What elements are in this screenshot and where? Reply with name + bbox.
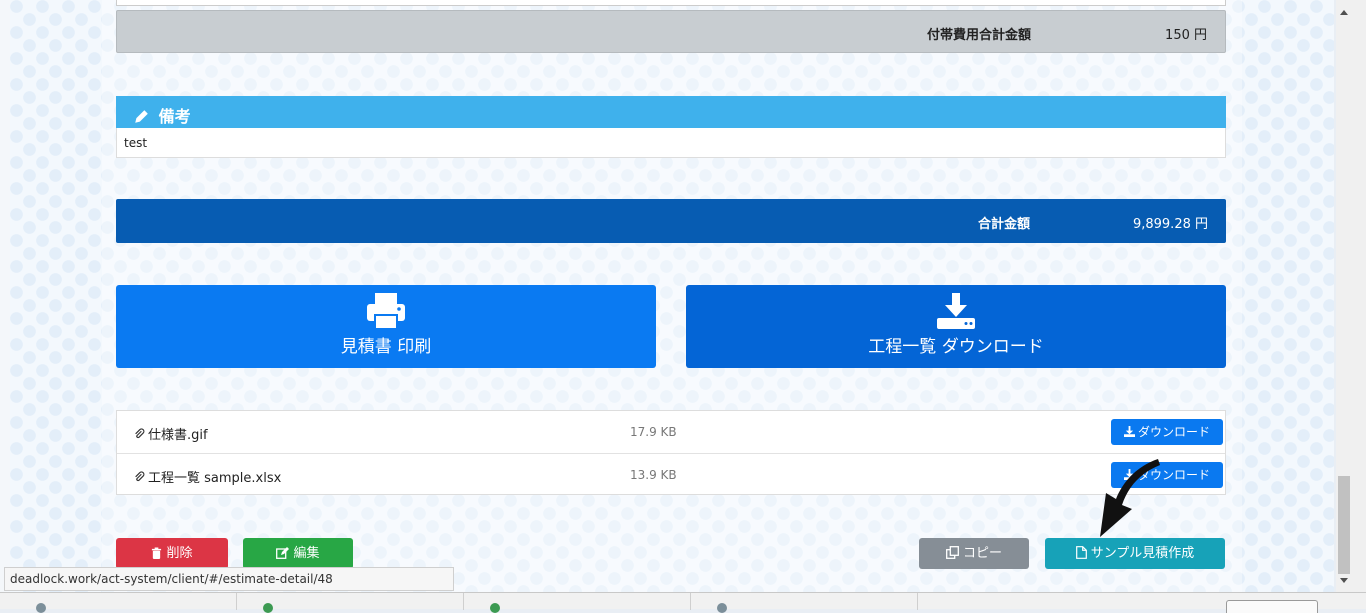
delete-label: 削除 [166,546,193,561]
grand-total-amount: 9,899.28 円 [1132,217,1208,232]
attachment-name-text: 工程一覧 sample.xlsx [148,471,282,486]
copy-button[interactable]: コピー [919,538,1029,569]
copy-label: コピー [962,546,1002,561]
fees-total-bar: 付帯費用合計金額 150 円 [116,10,1226,53]
attachment-name-text: 仕様書.gif [148,428,208,443]
attachment-list: 仕様書.gif 17.9 KB ダウンロード 工程一覧 sample.xlsx … [116,410,1226,495]
window-right-edge [1352,0,1366,609]
attachment-name: 工程一覧 sample.xlsx [134,467,281,486]
app-icon [263,603,273,613]
trash-icon [152,547,162,559]
attachment-download-button[interactable]: ダウンロード [1111,419,1223,445]
edit-icon [276,547,290,559]
taskbar-item[interactable] [10,593,237,613]
pencil-icon [135,110,148,123]
paperclip-icon [135,428,145,439]
app-icon [490,603,500,613]
paperclip-icon [135,471,145,482]
attachment-download-label: ダウンロード [1137,425,1210,439]
delete-button[interactable]: 削除 [116,538,228,569]
print-estimate-label: 見積書 印刷 [340,337,432,357]
process-list-download-label: 工程一覧 ダウンロード [868,337,1044,357]
taskbar-item[interactable] [237,593,464,613]
note-body: test [116,128,1226,158]
note-title: 備考 [158,107,191,126]
taskbar-button[interactable] [1226,600,1318,613]
process-list-download-button[interactable]: 工程一覧 ダウンロード [686,285,1226,368]
download-icon [1123,426,1135,437]
annotation-arrow-icon [1100,459,1160,537]
scroll-up-icon[interactable] [1340,10,1348,15]
scroll-down-icon[interactable] [1340,578,1348,583]
grand-total-label: 合計金額 [977,217,1030,232]
attachment-name: 仕様書.gif [134,424,208,443]
download-icon [937,293,975,329]
taskbar-item[interactable] [691,593,918,613]
file-icon [1075,546,1087,559]
taskbar [0,592,1366,613]
fees-total-amount: 150 円 [1165,28,1207,43]
grand-total-bar: 合計金額 9,899.28 円 [116,199,1226,243]
table-bottom-edge [116,0,1226,6]
edit-button[interactable]: 編集 [243,538,353,569]
taskbar-item[interactable] [464,593,691,613]
attachment-row: 工程一覧 sample.xlsx 13.9 KB ダウンロード [117,453,1225,496]
attachment-row: 仕様書.gif 17.9 KB ダウンロード [117,411,1225,453]
status-bar-url: deadlock.work/act-system/client/#/estima… [4,567,454,591]
fees-total-label: 付帯費用合計金額 [926,28,1031,43]
copy-icon [946,546,959,559]
app-icon [717,603,727,613]
app-icon [36,603,46,613]
attachment-size: 13.9 KB [630,468,677,482]
print-estimate-button[interactable]: 見積書 印刷 [116,285,656,368]
note-header: 備考 [116,96,1226,128]
vertical-scrollbar[interactable] [1336,0,1352,592]
create-sample-estimate-label: サンプル見積作成 [1090,546,1195,561]
edit-label: 編集 [293,546,320,561]
printer-icon [367,293,405,330]
scroll-thumb[interactable] [1338,476,1350,574]
attachment-size: 17.9 KB [630,425,677,439]
